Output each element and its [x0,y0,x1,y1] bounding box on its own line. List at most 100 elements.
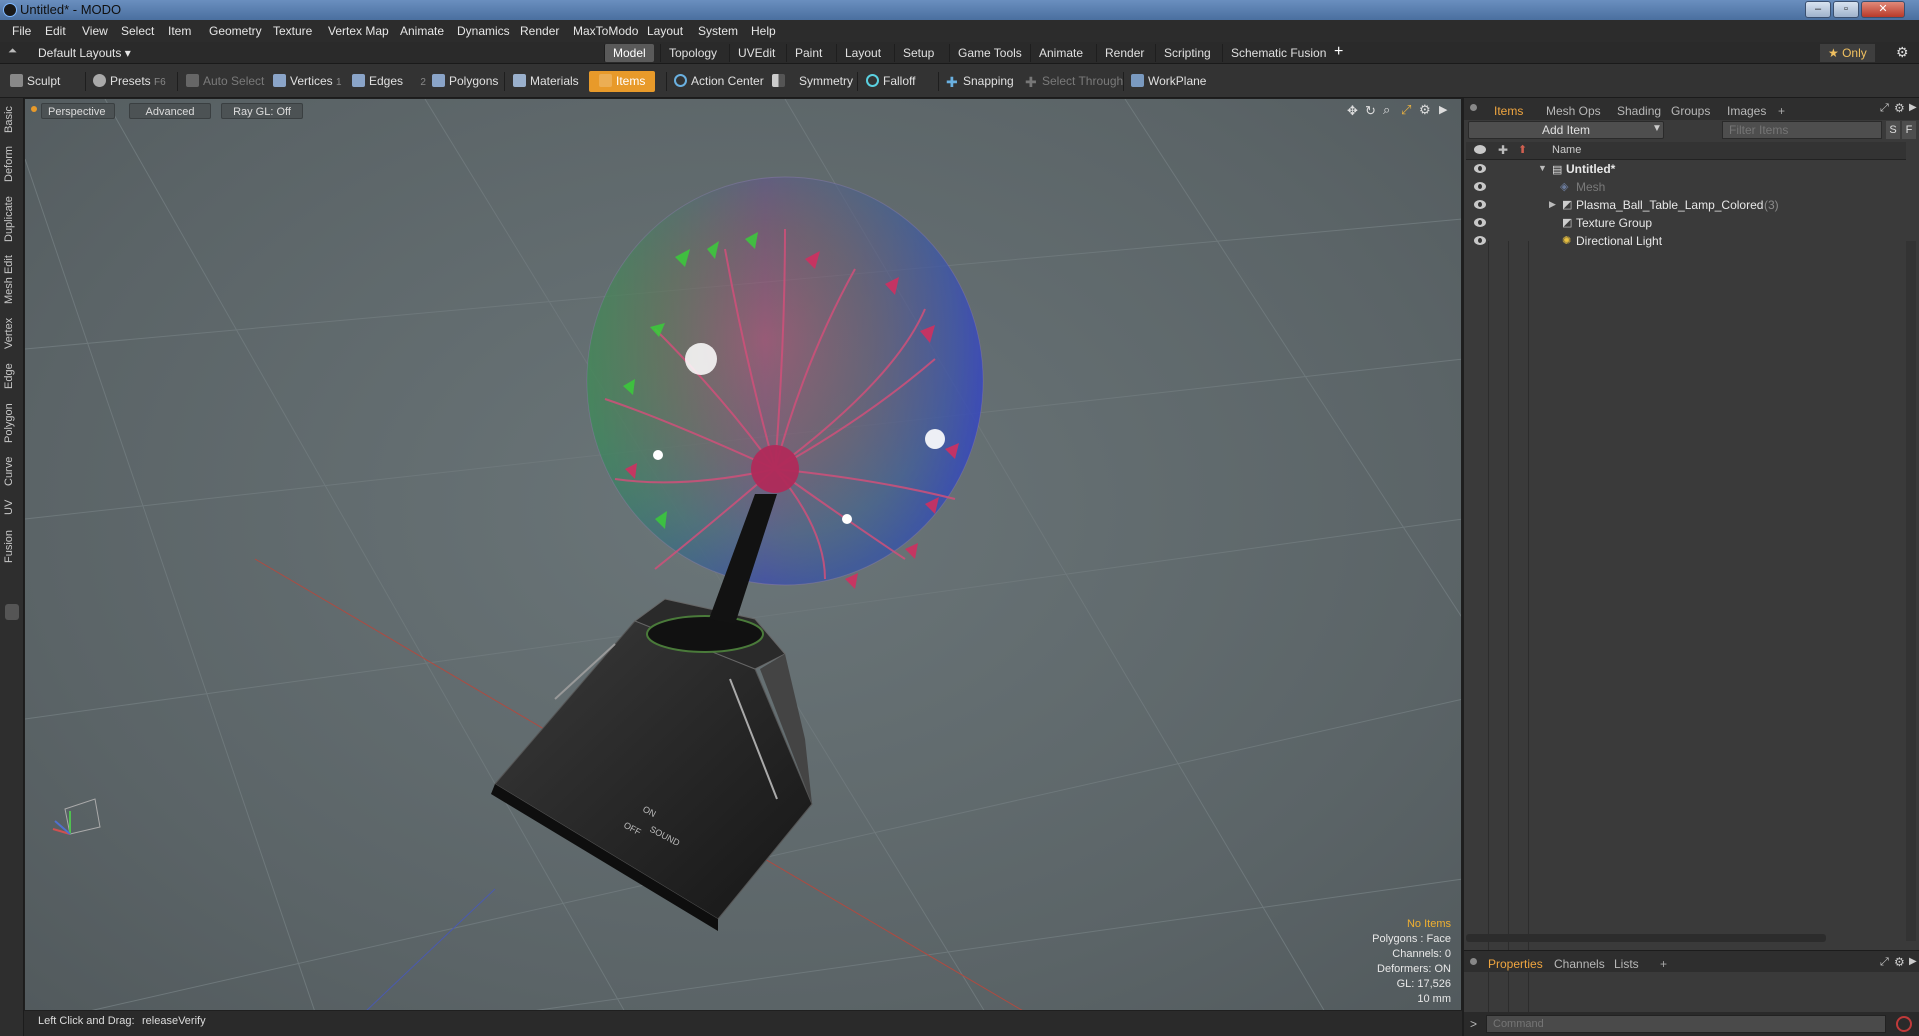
vtab-polygon[interactable]: Polygon [3,400,21,446]
tab-shading[interactable]: Shading [1617,104,1661,118]
tab-lists[interactable]: Lists [1614,957,1639,971]
menu-animate[interactable]: Animate [400,24,444,38]
visibility-eye-icon[interactable] [1474,200,1486,209]
tree-row-untitled[interactable]: ▼ ▤ Untitled* [1466,161,1906,179]
add-item-dropdown-icon[interactable]: ▼ [1652,123,1662,134]
tab-mesh-ops[interactable]: Mesh Ops [1546,104,1601,118]
menu-system[interactable]: System [698,24,738,38]
select-through-button[interactable]: ✚ Select Through [1025,71,1123,92]
vtab-fusion[interactable]: Fusion [3,526,21,566]
tab-uvedit[interactable]: UVEdit [729,44,783,62]
properties-menu-arrow-icon[interactable]: ▶ [1909,956,1917,967]
properties-expand-icon[interactable]: ⤢ [1880,956,1889,969]
lock-header-icon[interactable]: ✚ [1498,143,1508,157]
items-button[interactable]: Items [589,71,656,92]
vtab-deform[interactable]: Deform [3,144,21,184]
menu-maxtomodo[interactable]: MaxToModo [573,24,638,38]
visibility-eye-icon[interactable] [1474,218,1486,227]
maximize-view-icon[interactable]: ⤢ [1401,102,1411,118]
name-column-header[interactable]: Name [1552,144,1581,156]
vtab-basic[interactable]: Basic [3,104,21,136]
tree-row-plasma-ball[interactable]: ▶ ◩ Plasma_Ball_Table_Lamp_Colored (3) [1466,197,1906,215]
vertical-scrollbar[interactable] [1906,241,1916,941]
palette-toggle-button[interactable] [5,604,19,620]
tab-game-tools[interactable]: Game Tools [949,44,1030,62]
tab-channels[interactable]: Channels [1554,957,1605,971]
only-toggle[interactable]: ★ Only [1820,44,1875,62]
materials-button[interactable]: Materials [513,71,579,92]
menu-edit[interactable]: Edit [45,24,66,38]
menu-dynamics[interactable]: Dynamics [457,24,510,38]
panel-expand-icon[interactable]: ⤢ [1880,102,1889,115]
view-mode-button[interactable]: Perspective [41,103,115,119]
presets-button[interactable]: Presets F6 [93,71,166,92]
add-panel-tab-button[interactable]: + [1778,104,1785,118]
viewport-gear-icon[interactable]: ⚙ [1419,102,1431,118]
close-button[interactable]: ✕ [1861,1,1905,18]
tree-row-directional-light[interactable]: ✺ Directional Light [1466,233,1906,251]
expand-arrow-icon[interactable]: ▼ [1538,163,1547,173]
viewport-options-icon[interactable] [31,106,37,112]
vertices-button[interactable]: Vertices 1 [273,71,342,92]
gear-icon[interactable]: ⚙ [1896,44,1909,61]
vtab-mesh-edit[interactable]: Mesh Edit [3,254,21,306]
falloff-button[interactable]: Falloff [866,71,915,92]
menu-file[interactable]: File [12,24,31,38]
workplane-button[interactable]: WorkPlane [1131,71,1206,92]
auto-select-button[interactable]: Auto Select [186,71,264,92]
layout-selector[interactable]: Default Layouts ▾ [38,46,131,60]
tab-render[interactable]: Render [1096,44,1152,62]
vtab-vertex[interactable]: Vertex [3,314,21,352]
properties-options-icon[interactable] [1470,958,1477,965]
zoom-view-icon[interactable]: ⌕ [1383,102,1390,118]
3d-viewport[interactable]: OFF ON SOUND Perspective Advanced Ray GL… [24,98,1462,1011]
visibility-eye-icon[interactable] [1474,164,1486,173]
tab-layout[interactable]: Layout [836,44,889,62]
tab-animate[interactable]: Animate [1030,44,1091,62]
tab-schematic-fusion[interactable]: Schematic Fusion [1222,44,1334,62]
shading-mode-button[interactable]: Advanced [129,103,211,119]
menu-vertex-map[interactable]: Vertex Map [328,24,389,38]
layout-collapse-icon[interactable]: ⏶ [8,45,17,58]
menu-geometry[interactable]: Geometry [209,24,262,38]
panel-gear-icon[interactable]: ⚙ [1894,101,1905,115]
polygons-button[interactable]: Polygons [432,71,498,92]
action-center-button[interactable]: Action Center [674,71,764,92]
menu-layout[interactable]: Layout [647,24,683,38]
command-input[interactable] [1486,1015,1886,1033]
tab-properties[interactable]: Properties [1488,957,1543,971]
viewport-menu-arrow-icon[interactable]: ▶ [1439,103,1447,116]
menu-item[interactable]: Item [168,24,191,38]
horizontal-scrollbar[interactable] [1466,934,1826,942]
menu-help[interactable]: Help [751,24,776,38]
add-properties-tab-button[interactable]: + [1660,957,1667,971]
tree-row-texture-group[interactable]: ◩ Texture Group [1466,215,1906,233]
tab-model[interactable]: Model [604,44,654,62]
add-item-button[interactable]: Add Item [1468,121,1664,139]
tab-images[interactable]: Images [1727,104,1766,118]
visibility-header-icon[interactable] [1474,145,1486,154]
tab-setup[interactable]: Setup [894,44,942,62]
edges-button[interactable]: Edges 2 [352,71,426,92]
menu-render[interactable]: Render [520,24,559,38]
move-view-icon[interactable]: ✥ [1347,103,1358,119]
panel-menu-arrow-icon[interactable]: ▶ [1909,102,1917,113]
tab-topology[interactable]: Topology [660,44,725,62]
panel-options-icon[interactable] [1470,104,1477,111]
filter-s-button[interactable]: S [1886,121,1900,139]
filter-items-input[interactable] [1722,121,1882,139]
tree-row-mesh[interactable]: ◈ Mesh [1466,179,1906,197]
snapping-button[interactable]: ✚ Snapping [946,71,1014,92]
rotate-view-icon[interactable]: ↻ [1365,103,1376,119]
render-header-icon[interactable]: ⬆ [1518,143,1527,156]
minimize-button[interactable]: – [1805,1,1831,18]
vtab-duplicate[interactable]: Duplicate [3,194,21,244]
tab-items[interactable]: Items [1494,104,1523,118]
sculpt-button[interactable]: Sculpt [10,71,60,92]
add-layout-tab-button[interactable]: + [1334,43,1343,61]
properties-gear-icon[interactable]: ⚙ [1894,955,1905,969]
menu-select[interactable]: Select [121,24,154,38]
menu-texture[interactable]: Texture [273,24,312,38]
raygl-toggle[interactable]: Ray GL: Off [221,103,303,119]
vtab-edge[interactable]: Edge [3,360,21,392]
